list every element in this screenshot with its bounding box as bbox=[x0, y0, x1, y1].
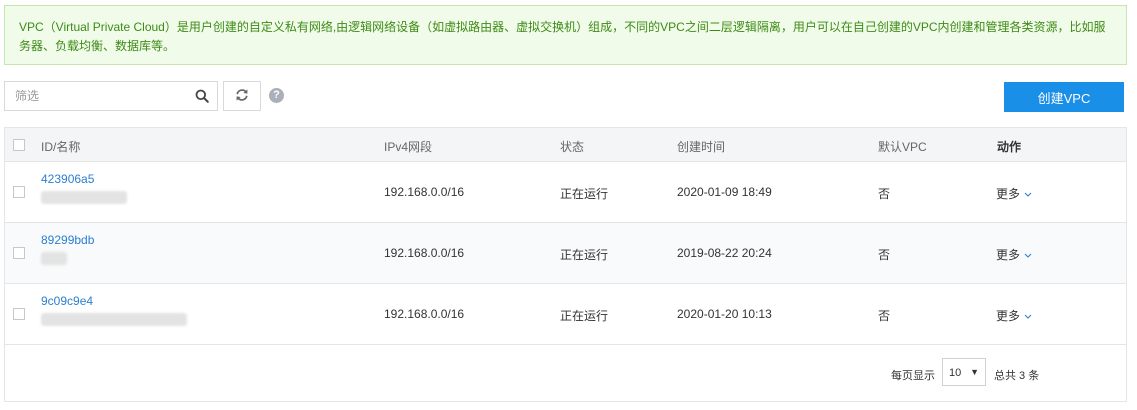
ipv4-cidr: 192.168.0.0/16 bbox=[384, 246, 465, 260]
vpc-id-link[interactable]: 9c09c9e4 bbox=[41, 294, 93, 308]
created-time: 2020-01-09 18:49 bbox=[677, 185, 772, 199]
filter-input[interactable] bbox=[5, 82, 185, 110]
default-vpc-value: 否 bbox=[878, 309, 891, 323]
caret-down-icon: ▼ bbox=[970, 367, 979, 377]
vpc-name-redacted bbox=[41, 191, 127, 204]
table-row: 89299bdb 192.168.0.0/16 正在运行 2019-08-22 … bbox=[5, 223, 1126, 284]
total-count: 总共 3 条 bbox=[994, 370, 1040, 382]
more-actions-dropdown[interactable]: 更多 bbox=[996, 185, 1032, 202]
created-time: 2019-08-22 20:24 bbox=[677, 246, 772, 260]
create-vpc-button[interactable]: 创建VPC bbox=[1004, 82, 1124, 112]
chevron-down-icon bbox=[1024, 186, 1032, 200]
ipv4-cidr: 192.168.0.0/16 bbox=[384, 185, 465, 199]
search-icon[interactable] bbox=[195, 89, 209, 103]
info-notice: VPC（Virtual Private Cloud）是用户创建的自定义私有网络,… bbox=[4, 5, 1127, 65]
pagination: 每页显示 10 ▼ 总共 3 条 bbox=[826, 358, 1126, 388]
status-text: 正在运行 bbox=[560, 248, 609, 262]
created-time: 2020-01-20 10:13 bbox=[677, 307, 772, 321]
default-vpc-value: 否 bbox=[878, 187, 891, 201]
more-label: 更多 bbox=[996, 187, 1021, 201]
more-label: 更多 bbox=[996, 248, 1021, 262]
vpc-name-redacted bbox=[41, 313, 187, 326]
row-checkbox[interactable] bbox=[13, 186, 25, 198]
col-default-vpc: 默认VPC bbox=[878, 140, 927, 154]
status-text: 正在运行 bbox=[560, 309, 609, 323]
chevron-down-icon bbox=[1024, 247, 1032, 261]
refresh-icon bbox=[235, 88, 249, 105]
vpc-table: ID/名称 IPv4网段 状态 创建时间 默认VPC 动作 423906a5 1… bbox=[4, 127, 1127, 402]
row-checkbox[interactable] bbox=[13, 247, 25, 259]
page-size-select[interactable]: 10 ▼ bbox=[942, 358, 986, 386]
ipv4-cidr: 192.168.0.0/16 bbox=[384, 307, 465, 321]
col-action: 动作 bbox=[997, 140, 1022, 154]
default-vpc-value: 否 bbox=[878, 248, 891, 262]
table-row: 9c09c9e4 192.168.0.0/16 正在运行 2020-01-20 … bbox=[5, 284, 1126, 345]
chevron-down-icon bbox=[1024, 308, 1032, 322]
more-label: 更多 bbox=[996, 309, 1021, 323]
more-actions-dropdown[interactable]: 更多 bbox=[996, 246, 1032, 263]
more-actions-dropdown[interactable]: 更多 bbox=[996, 307, 1032, 324]
refresh-button[interactable] bbox=[223, 81, 261, 111]
col-created: 创建时间 bbox=[677, 140, 726, 154]
help-icon[interactable]: ? bbox=[269, 88, 284, 103]
vpc-name-redacted bbox=[41, 252, 67, 265]
col-id-name: ID/名称 bbox=[41, 140, 81, 154]
page-size-value: 10 bbox=[949, 367, 962, 379]
select-all-checkbox[interactable] bbox=[13, 139, 25, 151]
col-ipv4: IPv4网段 bbox=[384, 140, 433, 154]
vpc-id-link[interactable]: 89299bdb bbox=[41, 233, 94, 247]
vpc-id-link[interactable]: 423906a5 bbox=[41, 172, 94, 186]
per-page-label: 每页显示 bbox=[891, 370, 935, 382]
table-header: ID/名称 IPv4网段 状态 创建时间 默认VPC 动作 bbox=[5, 128, 1126, 162]
row-checkbox[interactable] bbox=[13, 308, 25, 320]
notice-text: VPC（Virtual Private Cloud）是用户创建的自定义私有网络,… bbox=[19, 20, 1106, 53]
col-status: 状态 bbox=[560, 140, 585, 154]
toolbar: ? 创建VPC bbox=[4, 81, 1127, 113]
status-text: 正在运行 bbox=[560, 187, 609, 201]
table-row: 423906a5 192.168.0.0/16 正在运行 2020-01-09 … bbox=[5, 162, 1126, 223]
filter-box bbox=[4, 81, 218, 111]
